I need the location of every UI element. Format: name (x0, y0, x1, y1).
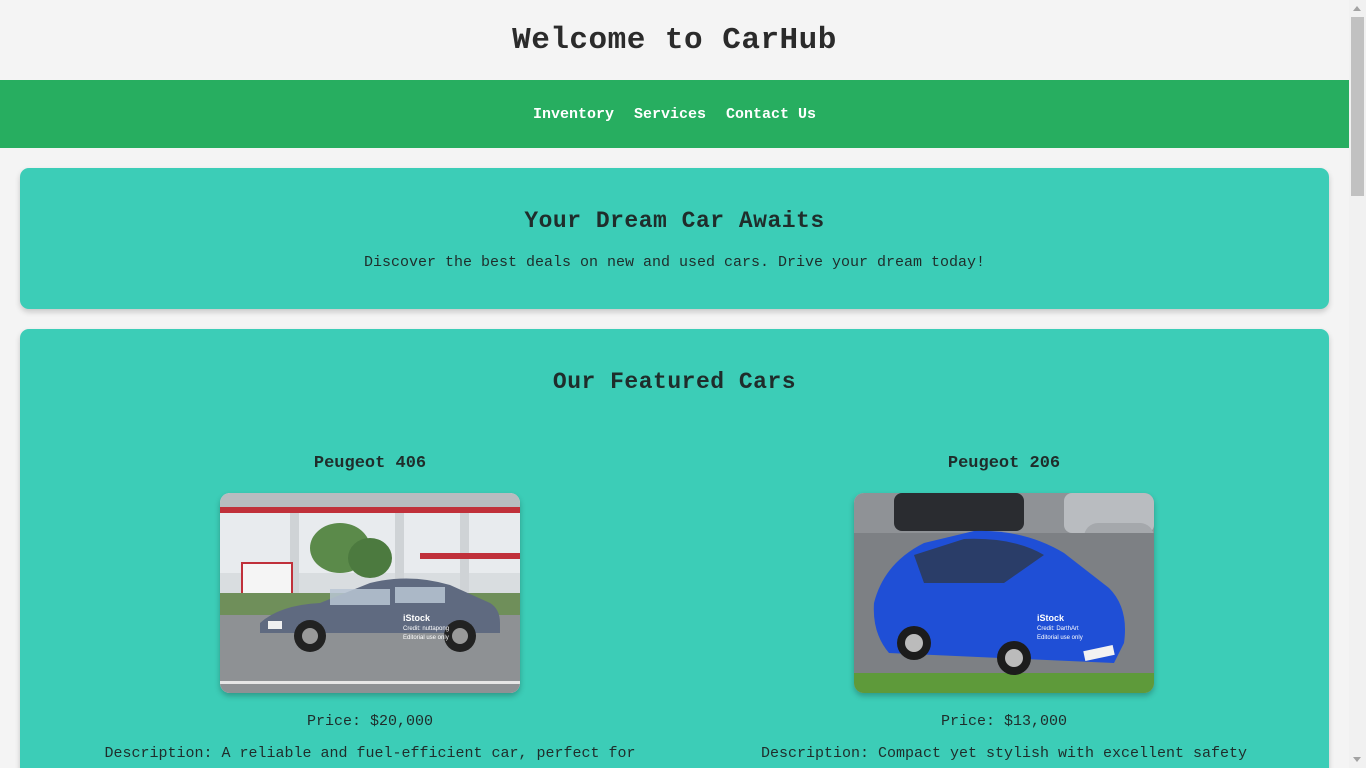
vertical-scrollbar[interactable] (1349, 0, 1366, 768)
featured-title: Our Featured Cars (552, 369, 797, 395)
car-price: Price: $13,000 (940, 713, 1068, 730)
car-name: Peugeot 406 (313, 454, 427, 473)
watermark-credit: Credit: nuttapong (403, 626, 449, 632)
watermark-note: Editorial use only (1037, 635, 1083, 641)
site-header: Welcome to CarHub (0, 0, 1349, 80)
car-description: Description: A reliable and fuel-efficie… (104, 745, 636, 762)
watermark-note: Editorial use only (403, 635, 449, 641)
featured-cars-section: Our Featured Cars Peugeot 406 iStock Cre… (20, 329, 1329, 768)
scrollbar-thumb[interactable] (1351, 17, 1364, 196)
scroll-up-arrow-icon[interactable] (1353, 6, 1361, 11)
site-title: Welcome to CarHub (512, 22, 837, 58)
car-photo: iStock Credit: nuttapong Editorial use o… (220, 493, 520, 693)
scroll-down-arrow-icon[interactable] (1353, 757, 1361, 762)
main-nav: Inventory Services Contact Us (0, 80, 1349, 148)
hero-title: Your Dream Car Awaits (524, 208, 825, 234)
car-name: Peugeot 206 (947, 454, 1061, 473)
car-card-peugeot-406: Peugeot 406 iStock Credit: nuttapong Edi… (53, 454, 687, 762)
car-image: iStock Credit: DarthArt Editorial use on… (854, 493, 1154, 693)
nav-link-inventory[interactable]: Inventory (533, 106, 614, 123)
page: Welcome to CarHub Inventory Services Con… (0, 0, 1349, 768)
car-price: Price: $20,000 (306, 713, 434, 730)
watermark-credit: Credit: DarthArt (1037, 626, 1079, 632)
car-card-peugeot-206: Peugeot 206 iStock Credit: DarthArt Edit… (687, 454, 1321, 762)
car-photo: iStock Credit: DarthArt Editorial use on… (854, 493, 1154, 693)
hero-section: Your Dream Car Awaits Discover the best … (20, 168, 1329, 309)
watermark-brand: iStock (1037, 613, 1065, 623)
nav-link-contact-us[interactable]: Contact Us (726, 106, 816, 123)
car-image: iStock Credit: nuttapong Editorial use o… (220, 493, 520, 693)
hero-text: Discover the best deals on new and used … (363, 254, 986, 271)
watermark-brand: iStock (403, 613, 431, 623)
car-description: Description: Compact yet stylish with ex… (760, 745, 1248, 762)
nav-link-services[interactable]: Services (634, 106, 706, 123)
